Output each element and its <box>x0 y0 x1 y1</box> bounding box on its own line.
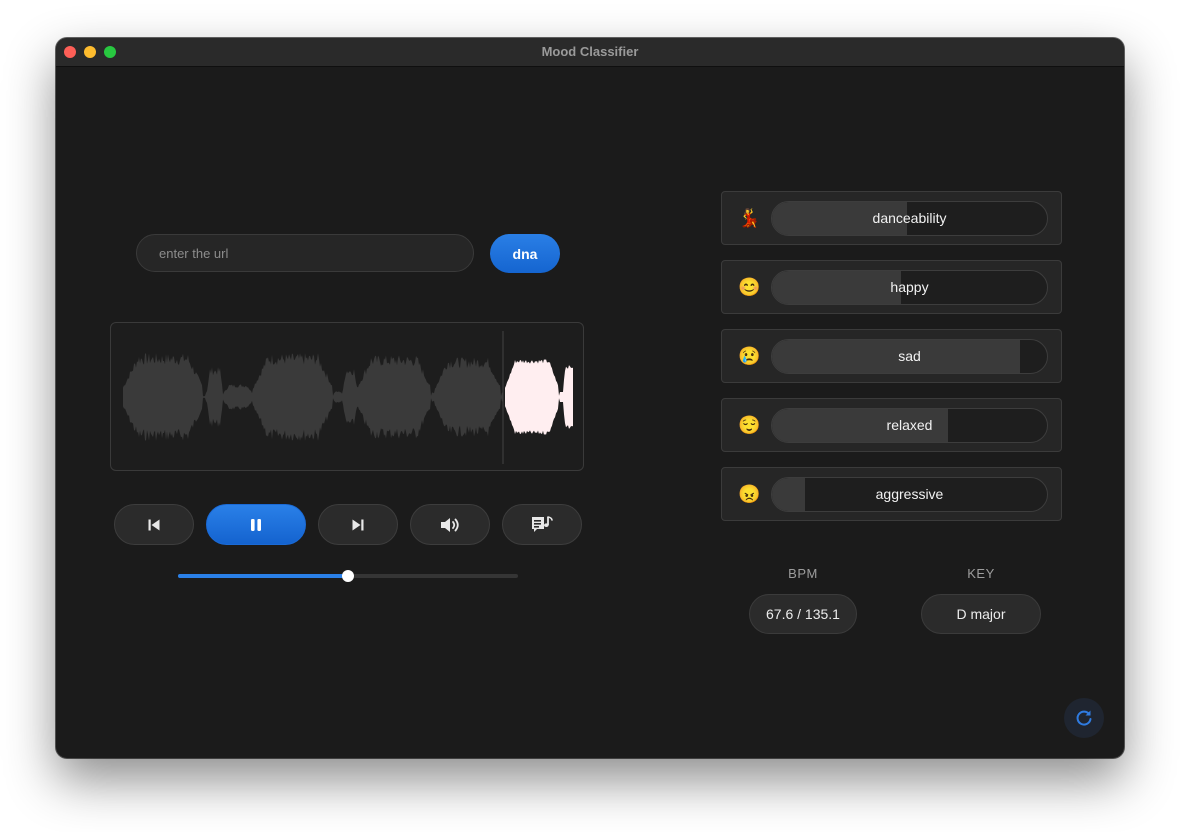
mood-row-aggressive: 😠 aggressive <box>721 467 1062 521</box>
mood-label: sad <box>898 348 921 364</box>
title-bar: Mood Classifier <box>56 38 1124 67</box>
relieved-face-icon: 😌 <box>738 415 761 435</box>
mood-bar: relaxed <box>771 408 1048 443</box>
mood-label: happy <box>890 279 929 295</box>
mood-bar: aggressive <box>771 477 1048 512</box>
mood-row-happy: 😊 happy <box>721 260 1062 314</box>
skip-back-icon <box>148 519 160 530</box>
previous-track-button[interactable] <box>114 504 194 545</box>
url-input[interactable] <box>136 234 474 272</box>
mood-bar: sad <box>771 339 1048 374</box>
pause-icon <box>251 518 261 531</box>
play-pause-button[interactable] <box>206 504 306 545</box>
seek-thumb[interactable] <box>342 570 354 582</box>
volume-button[interactable] <box>410 504 490 545</box>
waveform-panel[interactable] <box>110 322 584 471</box>
seek-progress <box>178 574 348 578</box>
waveform-played <box>123 353 503 441</box>
mood-label: danceability <box>872 210 947 226</box>
app-window: Mood Classifier dna <box>56 38 1124 758</box>
bpm-label: BPM <box>788 566 818 581</box>
mood-label: aggressive <box>875 486 944 502</box>
smiling-face-icon: 😊 <box>738 277 761 297</box>
mood-row-danceability: 💃 danceability <box>721 191 1062 245</box>
waveform <box>123 331 573 464</box>
key-value: D major <box>921 594 1041 634</box>
volume-icon <box>441 517 459 532</box>
bpm-value: 67.6 / 135.1 <box>749 594 857 634</box>
crying-face-icon: 😢 <box>738 346 761 366</box>
skip-forward-icon <box>352 519 364 530</box>
seek-slider[interactable] <box>178 570 518 582</box>
refresh-icon <box>1076 710 1092 726</box>
next-track-button[interactable] <box>318 504 398 545</box>
mood-bar: danceability <box>771 201 1048 236</box>
mood-bar: happy <box>771 270 1048 305</box>
mood-label: relaxed <box>886 417 933 433</box>
window-title: Mood Classifier <box>541 44 639 59</box>
refresh-button[interactable] <box>1064 698 1104 738</box>
lyrics-button[interactable] <box>502 504 582 545</box>
dancer-icon: 💃 <box>738 208 761 228</box>
key-label: KEY <box>967 566 995 581</box>
dna-button[interactable]: dna <box>490 234 560 273</box>
lyrics-icon <box>532 515 553 532</box>
waveform-upcoming <box>505 359 573 435</box>
mood-row-sad: 😢 sad <box>721 329 1062 383</box>
mood-row-relaxed: 😌 relaxed <box>721 398 1062 452</box>
angry-face-icon: 😠 <box>738 484 761 504</box>
